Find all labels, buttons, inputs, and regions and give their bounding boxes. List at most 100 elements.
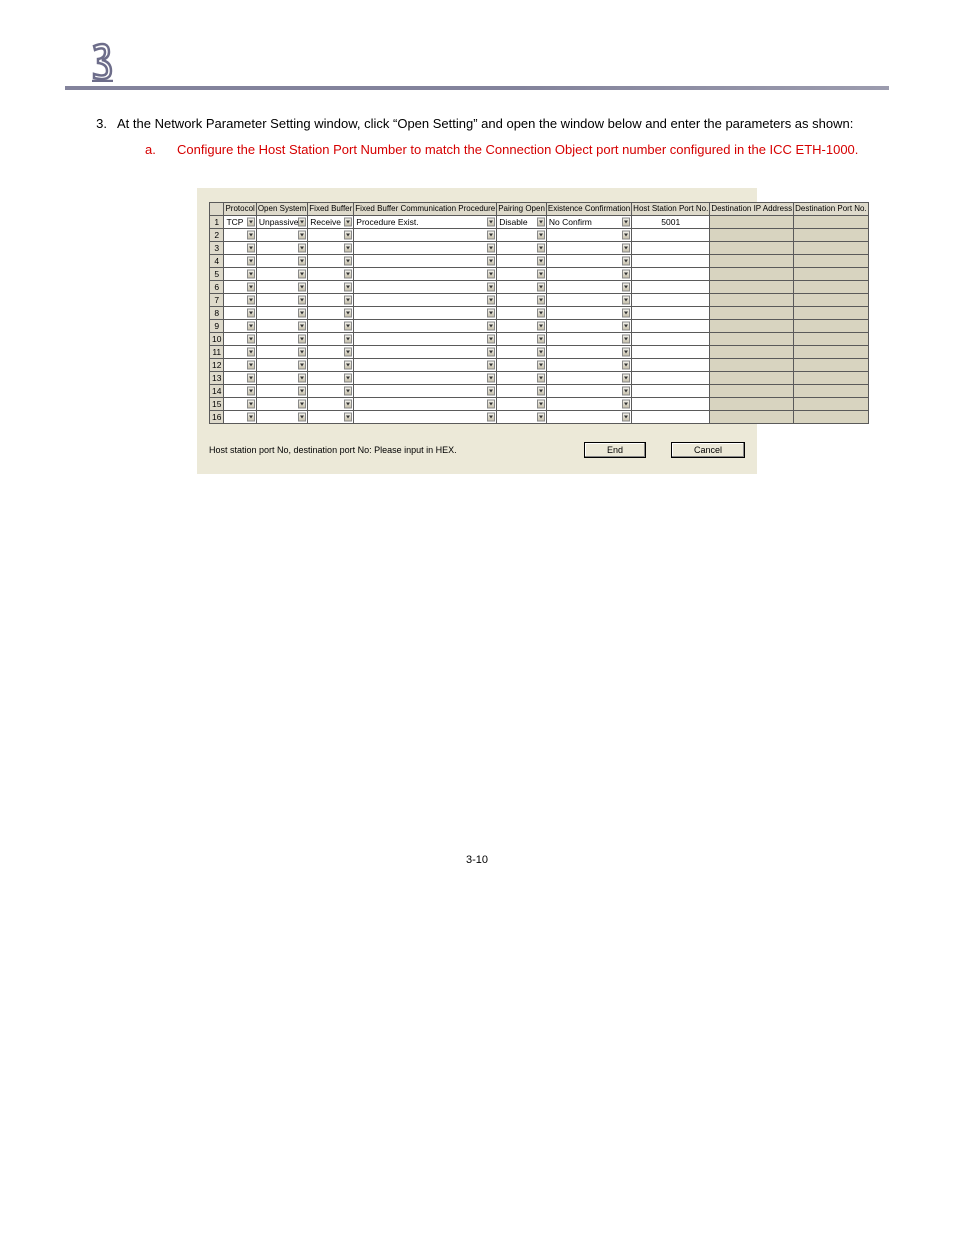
protocol-select[interactable] xyxy=(224,255,256,268)
pairing-select[interactable] xyxy=(497,307,547,320)
procedure-select[interactable] xyxy=(354,372,497,385)
protocol-select[interactable] xyxy=(224,242,256,255)
open-system-select[interactable] xyxy=(256,359,307,372)
protocol-select[interactable] xyxy=(224,320,256,333)
dest-port-cell[interactable] xyxy=(794,255,869,268)
open-system-select[interactable] xyxy=(256,372,307,385)
procedure-select[interactable] xyxy=(354,333,497,346)
procedure-select[interactable]: Procedure Exist. xyxy=(354,216,497,229)
fixed-buffer-select[interactable] xyxy=(308,307,354,320)
protocol-select[interactable] xyxy=(224,333,256,346)
procedure-select[interactable] xyxy=(354,346,497,359)
pairing-select[interactable] xyxy=(497,255,547,268)
procedure-select[interactable] xyxy=(354,359,497,372)
pairing-select[interactable] xyxy=(497,333,547,346)
open-system-select[interactable]: Unpassive xyxy=(256,216,307,229)
host-port-cell[interactable] xyxy=(632,385,710,398)
host-port-cell[interactable]: 5001 xyxy=(632,216,710,229)
dest-ip-cell[interactable] xyxy=(710,398,794,411)
procedure-select[interactable] xyxy=(354,411,497,424)
procedure-select[interactable] xyxy=(354,268,497,281)
dest-ip-cell[interactable] xyxy=(710,294,794,307)
procedure-select[interactable] xyxy=(354,398,497,411)
open-system-select[interactable] xyxy=(256,294,307,307)
host-port-cell[interactable] xyxy=(632,398,710,411)
dest-port-cell[interactable] xyxy=(794,229,869,242)
existence-select[interactable] xyxy=(546,346,631,359)
host-port-cell[interactable] xyxy=(632,281,710,294)
dest-port-cell[interactable] xyxy=(794,385,869,398)
fixed-buffer-select[interactable] xyxy=(308,411,354,424)
dest-port-cell[interactable] xyxy=(794,216,869,229)
open-system-select[interactable] xyxy=(256,242,307,255)
fixed-buffer-select[interactable] xyxy=(308,333,354,346)
procedure-select[interactable] xyxy=(354,320,497,333)
dest-ip-cell[interactable] xyxy=(710,320,794,333)
existence-select[interactable]: No Confirm xyxy=(546,216,631,229)
open-system-select[interactable] xyxy=(256,333,307,346)
fixed-buffer-select[interactable] xyxy=(308,242,354,255)
open-system-select[interactable] xyxy=(256,346,307,359)
dest-port-cell[interactable] xyxy=(794,320,869,333)
dest-ip-cell[interactable] xyxy=(710,372,794,385)
procedure-select[interactable] xyxy=(354,307,497,320)
protocol-select[interactable] xyxy=(224,398,256,411)
dest-ip-cell[interactable] xyxy=(710,346,794,359)
fixed-buffer-select[interactable]: Receive xyxy=(308,216,354,229)
existence-select[interactable] xyxy=(546,398,631,411)
procedure-select[interactable] xyxy=(354,294,497,307)
dest-port-cell[interactable] xyxy=(794,268,869,281)
host-port-cell[interactable] xyxy=(632,242,710,255)
open-system-select[interactable] xyxy=(256,255,307,268)
open-system-select[interactable] xyxy=(256,268,307,281)
fixed-buffer-select[interactable] xyxy=(308,281,354,294)
dest-port-cell[interactable] xyxy=(794,372,869,385)
host-port-cell[interactable] xyxy=(632,229,710,242)
open-system-select[interactable] xyxy=(256,281,307,294)
existence-select[interactable] xyxy=(546,333,631,346)
open-system-select[interactable] xyxy=(256,320,307,333)
existence-select[interactable] xyxy=(546,255,631,268)
dest-port-cell[interactable] xyxy=(794,398,869,411)
protocol-select[interactable] xyxy=(224,372,256,385)
host-port-cell[interactable] xyxy=(632,307,710,320)
dest-port-cell[interactable] xyxy=(794,281,869,294)
pairing-select[interactable] xyxy=(497,398,547,411)
pairing-select[interactable] xyxy=(497,372,547,385)
fixed-buffer-select[interactable] xyxy=(308,398,354,411)
pairing-select[interactable] xyxy=(497,242,547,255)
procedure-select[interactable] xyxy=(354,229,497,242)
existence-select[interactable] xyxy=(546,411,631,424)
procedure-select[interactable] xyxy=(354,281,497,294)
existence-select[interactable] xyxy=(546,359,631,372)
existence-select[interactable] xyxy=(546,281,631,294)
protocol-select[interactable] xyxy=(224,359,256,372)
dest-port-cell[interactable] xyxy=(794,411,869,424)
protocol-select[interactable] xyxy=(224,346,256,359)
pairing-select[interactable]: Disable xyxy=(497,216,547,229)
fixed-buffer-select[interactable] xyxy=(308,346,354,359)
dest-port-cell[interactable] xyxy=(794,333,869,346)
fixed-buffer-select[interactable] xyxy=(308,268,354,281)
dest-ip-cell[interactable] xyxy=(710,242,794,255)
open-system-select[interactable] xyxy=(256,411,307,424)
host-port-cell[interactable] xyxy=(632,372,710,385)
protocol-select[interactable] xyxy=(224,385,256,398)
existence-select[interactable] xyxy=(546,372,631,385)
dest-ip-cell[interactable] xyxy=(710,359,794,372)
pairing-select[interactable] xyxy=(497,346,547,359)
protocol-select[interactable] xyxy=(224,268,256,281)
host-port-cell[interactable] xyxy=(632,255,710,268)
fixed-buffer-select[interactable] xyxy=(308,359,354,372)
dest-ip-cell[interactable] xyxy=(710,229,794,242)
end-button[interactable]: End xyxy=(584,442,646,458)
fixed-buffer-select[interactable] xyxy=(308,372,354,385)
host-port-cell[interactable] xyxy=(632,320,710,333)
cancel-button[interactable]: Cancel xyxy=(671,442,745,458)
host-port-cell[interactable] xyxy=(632,294,710,307)
existence-select[interactable] xyxy=(546,307,631,320)
pairing-select[interactable] xyxy=(497,268,547,281)
open-system-select[interactable] xyxy=(256,398,307,411)
dest-port-cell[interactable] xyxy=(794,242,869,255)
dest-port-cell[interactable] xyxy=(794,346,869,359)
